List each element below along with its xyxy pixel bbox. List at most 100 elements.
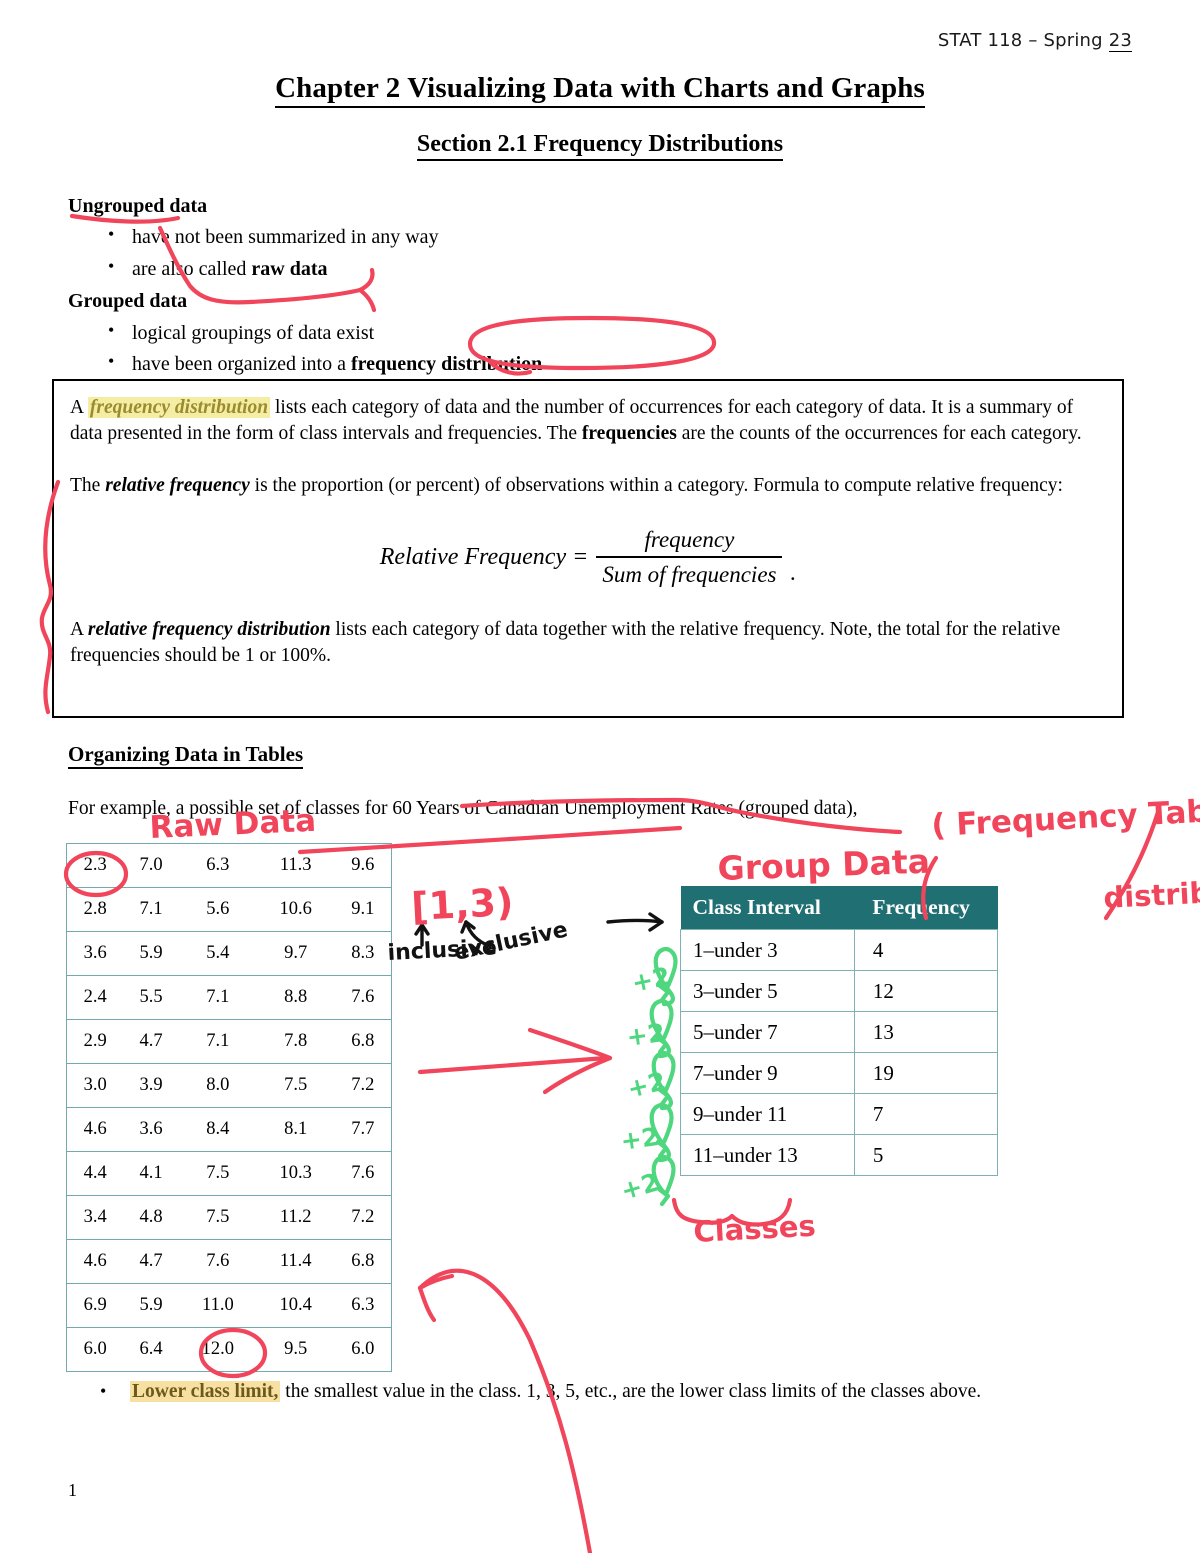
- table-cell: 4.7: [123, 1239, 179, 1284]
- table-cell: 4.4: [66, 1151, 124, 1196]
- table-row: 6.0 6.4 12.0 9.5 6.0: [66, 1327, 392, 1372]
- table-cell: 10.4: [256, 1283, 335, 1328]
- ink-black-arrow-to-table: [606, 918, 664, 924]
- ink-curve-arrowhead-2: [417, 1273, 455, 1291]
- table-row: 4.6 4.7 7.6 11.4 6.8: [66, 1239, 392, 1284]
- annotation-plus-two-2: +2: [625, 1018, 667, 1052]
- table-cell: 7.6: [334, 975, 392, 1020]
- table-cell: 8.4: [178, 1107, 257, 1152]
- table-cell: 7.0: [123, 843, 179, 888]
- chapter-title-text: Chapter 2 Visualizing Data with Charts a…: [275, 72, 925, 108]
- lower-class-limit-body: the smallest value in the class. 1, 3, 5…: [280, 1381, 982, 1402]
- annotation-exclusive: exclusive: [452, 917, 570, 965]
- table-cell: 7.1: [123, 887, 179, 932]
- ink-green-arrow-3: [651, 1051, 676, 1111]
- table-row: 3.0 3.9 8.0 7.5 7.2: [66, 1063, 392, 1108]
- highlighted-term-frequency-distribution: frequency distribution: [87, 397, 271, 418]
- frequency-cell: 4: [853, 929, 999, 971]
- def-p1-tail: are the counts of the occurrences for ea…: [676, 422, 1082, 444]
- ink-slash-frequencytable: [1103, 809, 1161, 921]
- definition-paragraph-3: A relative frequency distribution lists …: [70, 617, 1106, 669]
- table-cell: 6.8: [334, 1019, 392, 1064]
- section-title: Section 2.1 Frequency Distributions: [0, 131, 1200, 161]
- ink-green-arrow-4: [649, 1103, 674, 1163]
- table-cell: 6.3: [178, 843, 257, 888]
- table-row: 6.9 5.9 11.0 10.4 6.3: [66, 1283, 392, 1328]
- table-cell: 2.4: [66, 975, 124, 1020]
- ink-big-arrow-head-top: [527, 1027, 613, 1061]
- table-row: 2.8 7.1 5.6 10.6 9.1: [66, 887, 392, 932]
- table-row: 4.6 3.6 8.4 8.1 7.7: [66, 1107, 392, 1152]
- table-cell: 3.4: [66, 1195, 124, 1240]
- ink-green-arrowhead-3: [657, 1087, 671, 1107]
- organizing-data-heading: Organizing Data in Tables: [68, 742, 304, 769]
- class-interval-cell: 7–under 9: [680, 1052, 855, 1094]
- bullet-bold-term: raw data: [251, 257, 328, 280]
- ink-green-arrow-5: [651, 1155, 676, 1199]
- table-cell: 6.3: [334, 1283, 392, 1328]
- table-cell: 5.4: [178, 931, 257, 976]
- table-header-row: Class Interval Frequency: [680, 886, 998, 930]
- formula-period: .: [790, 560, 797, 586]
- bullet-text: have been organized into a: [132, 352, 351, 375]
- table-cell: 7.7: [334, 1107, 392, 1152]
- table-cell: 8.3: [334, 931, 392, 976]
- relative-frequency-formula: Relative Frequency = frequency Sum of fr…: [70, 525, 1106, 591]
- table-row: 5–under 7 13: [680, 1011, 999, 1053]
- table-cell: 6.0: [66, 1327, 124, 1372]
- table-cell: 7.2: [334, 1195, 392, 1240]
- table-cell: 6.8: [334, 1239, 392, 1284]
- page-number: 1: [68, 1480, 77, 1500]
- table-cell: 4.1: [123, 1151, 179, 1196]
- frequency-cell: 12: [853, 970, 999, 1012]
- ink-exclusive-pointer: [464, 920, 492, 948]
- list-item: are also called raw data: [68, 254, 1068, 283]
- organizing-data-heading-text: Organizing Data in Tables: [68, 742, 304, 769]
- ink-black-arrowhead-to-table: [648, 912, 664, 932]
- table-cell: 8.0: [178, 1063, 257, 1108]
- formula-left-side: Relative Frequency =: [379, 543, 589, 570]
- ink-big-arrow-head-bottom: [542, 1055, 613, 1095]
- class-interval-cell: 11–under 13: [680, 1134, 855, 1176]
- table-cell: 7.8: [256, 1019, 335, 1064]
- ink-green-arrow-2: [649, 999, 674, 1059]
- table-cell: 5.6: [178, 887, 257, 932]
- outline-block: Ungrouped data have not been summarized …: [68, 192, 1068, 378]
- def-p1-bold-frequencies: frequencies: [581, 422, 677, 444]
- table-cell: 5.9: [123, 931, 179, 976]
- def-term-relative-frequency: relative frequency: [105, 474, 250, 496]
- table-row: 3.4 4.8 7.5 11.2 7.2: [66, 1195, 392, 1240]
- list-item: have been organized into a frequency dis…: [68, 349, 1068, 378]
- list-item: logical groupings of data exist: [68, 318, 1068, 347]
- table-cell: 5.9: [123, 1283, 179, 1328]
- table-cell: 4.6: [66, 1239, 124, 1284]
- table-cell: 6.0: [334, 1327, 392, 1372]
- class-interval-cell: 3–under 5: [680, 970, 855, 1012]
- table-cell: 7.6: [334, 1151, 392, 1196]
- table-cell: 5.5: [123, 975, 179, 1020]
- table-cell: 10.3: [256, 1151, 335, 1196]
- ink-green-arrowhead-2: [655, 1035, 669, 1055]
- table-cell: 7.2: [334, 1063, 392, 1108]
- def-term-relative-frequency-distribution: relative frequency distribution: [87, 618, 331, 640]
- lower-class-limit-bullet: • Lower class limit, the smallest value …: [68, 1378, 1128, 1406]
- table-cell: 7.1: [178, 1019, 257, 1064]
- ink-green-arrowhead-4: [655, 1139, 669, 1159]
- table-cell: 7.5: [178, 1195, 257, 1240]
- annotation-plus-two-1: +2: [629, 962, 673, 998]
- ink-curve-arrowhead-1: [417, 1285, 437, 1323]
- annotation-plus-two-5: +2: [618, 1167, 663, 1205]
- annotation-inclusive: inclusive: [387, 935, 498, 966]
- bullet-text: have not been summarized in any way: [132, 226, 439, 249]
- class-interval-cell: 1–under 3: [680, 929, 855, 971]
- table-row: 2.4 5.5 7.1 8.8 7.6: [66, 975, 392, 1020]
- ungrouped-data-list: have not been summarized in any way are …: [68, 222, 1068, 283]
- table-cell: 2.3: [66, 843, 124, 888]
- frequency-table-body: 1–under 3 4 3–under 5 12 5–under 7 13 7–…: [680, 929, 999, 1176]
- annotation-distribution: distribution: [1103, 871, 1200, 915]
- class-interval-cell: 9–under 11: [680, 1093, 855, 1135]
- formula-denominator: Sum of frequencies: [596, 556, 783, 591]
- definition-paragraph-1: A frequency distribution lists each cate…: [70, 395, 1106, 447]
- raw-data-table-body: 2.3 7.0 6.3 11.3 9.6 2.8 7.1 5.6 10.6 9.…: [66, 843, 392, 1372]
- table-row: 9–under 11 7: [680, 1093, 999, 1135]
